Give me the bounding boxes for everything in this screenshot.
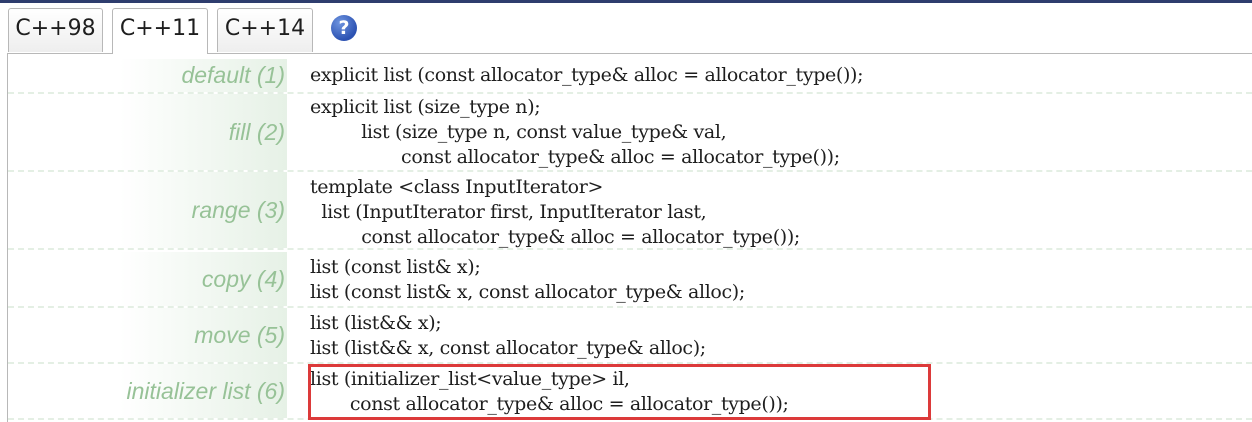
constructor-signature: explicit list (const allocator_type& all… — [310, 64, 864, 86]
constructor-row-copy: copy (4) list (const list& x); list (con… — [8, 252, 1252, 308]
help-icon[interactable]: ? — [331, 15, 357, 41]
constructor-signature: explicit list (size_type n); list (size_… — [310, 96, 840, 168]
constructor-row-default: default (1) explicit list (const allocat… — [8, 59, 1252, 94]
tab-cpp98[interactable]: C++98 — [8, 8, 103, 52]
constructor-label: copy (4) — [8, 252, 287, 306]
constructor-signature: template <class InputIterator> list (Inp… — [310, 176, 800, 248]
tab-cpp11[interactable]: C++11 — [112, 8, 208, 54]
constructor-label: default (1) — [8, 59, 287, 92]
constructor-row-initializer-list: initializer list (6) list (initializer_l… — [8, 364, 1252, 420]
version-tabs: C++98 C++11 C++14 ? — [0, 8, 1252, 54]
top-border — [0, 0, 1252, 3]
constructor-signature: list (list&& x); list (list&& x, const a… — [310, 312, 706, 359]
constructor-row-range: range (3) template <class InputIterator>… — [8, 172, 1252, 250]
constructor-signature: list (initializer_list<value_type> il, c… — [310, 368, 789, 415]
tab-cpp14[interactable]: C++14 — [217, 8, 313, 52]
constructor-label: move (5) — [8, 308, 287, 362]
constructor-row-fill: fill (2) explicit list (size_type n); li… — [8, 94, 1252, 172]
constructor-label: initializer list (6) — [8, 364, 287, 418]
constructor-signature: list (const list& x); list (const list& … — [310, 256, 745, 303]
constructor-table: default (1) explicit list (const allocat… — [7, 53, 1252, 422]
constructor-label: range (3) — [8, 172, 287, 248]
constructor-label: fill (2) — [8, 94, 287, 170]
constructor-row-move: move (5) list (list&& x); list (list&& x… — [8, 308, 1252, 364]
